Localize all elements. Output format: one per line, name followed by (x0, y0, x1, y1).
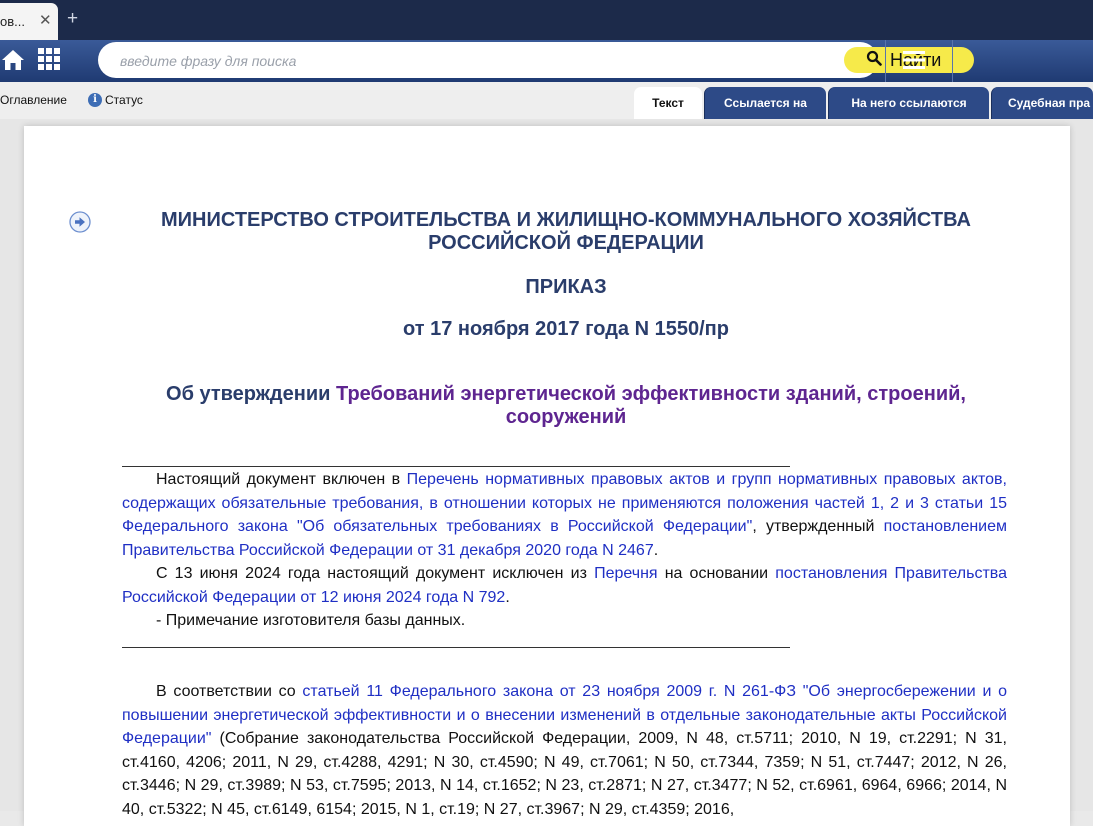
note-text: на основании (657, 565, 776, 582)
body-paragraph: В соответствии со статьей 11 Федеральног… (122, 680, 1007, 821)
main-toolbar: Найти (0, 40, 1093, 82)
note-paragraph: С 13 июня 2024 года настоящий документ и… (122, 562, 1007, 609)
new-tab-icon[interactable]: + (67, 8, 78, 30)
menu-icon[interactable] (903, 50, 925, 70)
browser-tab-strip: ов... ✕ + (0, 0, 1093, 40)
requirements-link[interactable]: Требований энергетической эффективности … (336, 383, 966, 405)
browser-tab[interactable]: ов... ✕ (0, 3, 58, 40)
note-text: . (505, 588, 510, 606)
search-box: Найти (98, 42, 974, 78)
ministry-heading: МИНИСТЕРСТВО СТРОИТЕЛЬСТВА И ЖИЛИЩНО-КОМ… (121, 209, 1011, 255)
search-icon (866, 50, 882, 66)
body-text: В соответствии со (156, 683, 303, 700)
order-date: от 17 ноября 2017 года N 1550/пр (403, 318, 729, 340)
note-text: С 13 июня 2024 года настоящий документ и… (156, 565, 595, 582)
search-input[interactable] (118, 50, 722, 72)
browser-tab-title: ов... (0, 14, 25, 29)
home-icon[interactable] (1, 49, 25, 71)
body-text: (Собрание законодательства Российской Фе… (122, 730, 1007, 818)
note-text: Настоящий документ включен в (156, 471, 407, 488)
tab-court-practice[interactable]: Судебная пра (991, 87, 1093, 119)
note-bottom-rule (122, 647, 790, 648)
ministry-heading-line1: МИНИСТЕРСТВО СТРОИТЕЛЬСТВА И ЖИЛИЩНО-КОМ… (161, 209, 971, 231)
status-link[interactable]: Статус (105, 93, 143, 107)
document-page: МИНИСТЕРСТВО СТРОИТЕЛЬСТВА И ЖИЛИЩНО-КОМ… (24, 126, 1070, 826)
order-body: В соответствии со статьей 11 Федеральног… (122, 680, 1007, 821)
note-text: , утвержденный (752, 518, 884, 535)
order-title: ПРИКАЗ (525, 276, 607, 298)
order-subject: Об утверждении Требований энергетической… (121, 383, 1011, 429)
tab-text[interactable]: Текст (634, 87, 702, 119)
contents-link[interactable]: Оглавление (0, 93, 67, 107)
toolbar-divider (952, 40, 953, 82)
perechnya-link[interactable]: Перечня (594, 565, 658, 582)
grid-icon[interactable] (38, 48, 60, 70)
status-info-icon[interactable]: i (88, 93, 102, 107)
arrow-right-circle-icon[interactable] (69, 211, 91, 233)
note-paragraph: - Примечание изготовителя базы данных. (156, 612, 466, 629)
ministry-heading-line2: РОССИЙСКОЙ ФЕДЕРАЦИИ (428, 232, 704, 254)
note-text: . (653, 541, 659, 559)
tab-refers-to[interactable]: Ссылается на (704, 87, 826, 119)
note-paragraph: Настоящий документ включен в Перечень но… (122, 468, 1007, 562)
document-subbar: Оглавление i Статус Текст Ссылается на Н… (0, 82, 1093, 119)
requirements-link-cont[interactable]: сооружений (121, 406, 1011, 429)
tab-referenced-by[interactable]: На него ссылаются (828, 87, 989, 119)
toolbar-divider (885, 40, 886, 82)
database-note: Настоящий документ включен в Перечень но… (122, 468, 1007, 633)
note-top-rule (122, 466, 790, 467)
document-area: МИНИСТЕРСТВО СТРОИТЕЛЬСТВА И ЖИЛИЩНО-КОМ… (0, 119, 1093, 826)
close-tab-icon[interactable]: ✕ (39, 11, 52, 29)
subject-prefix: Об утверждении (166, 383, 336, 405)
